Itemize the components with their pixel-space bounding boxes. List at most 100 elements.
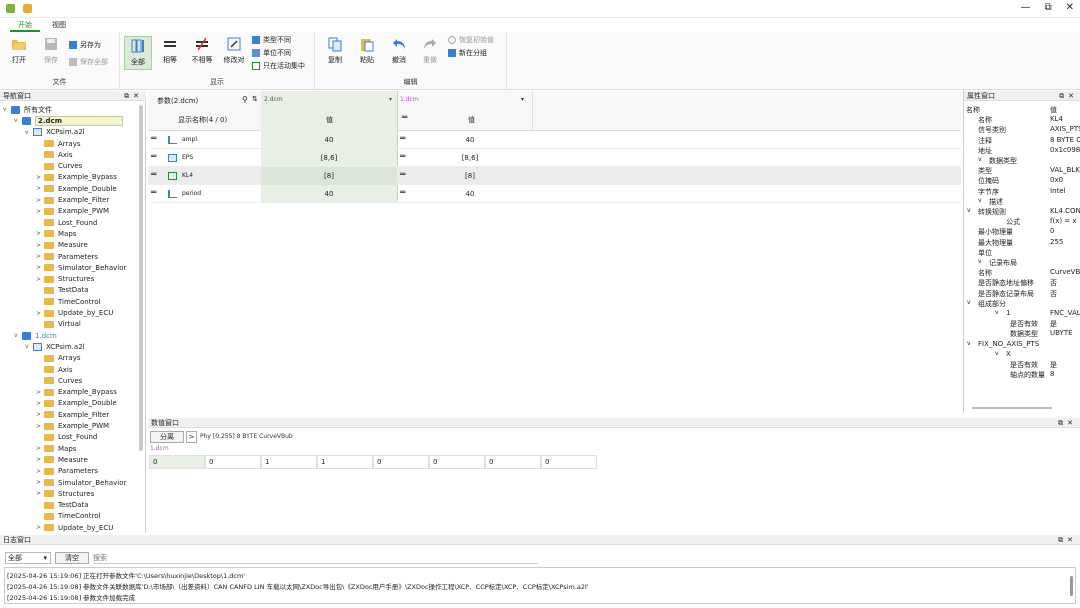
tree-item-example_pwm[interactable]: > Example_PWM xyxy=(36,206,109,217)
chevron-right-icon[interactable]: > xyxy=(36,479,44,486)
property-row[interactable]: 注释 8 BYTE C xyxy=(964,135,1080,145)
only-active-set-button[interactable]: 只在活动集中 xyxy=(252,61,305,71)
value-cell[interactable]: 0 xyxy=(429,455,485,469)
tree-item-lost_found[interactable]: Lost_Found xyxy=(36,217,97,228)
property-row[interactable]: 轴点的数量 8 xyxy=(964,369,1080,379)
property-row[interactable]: 是否静态记录布局否 xyxy=(964,288,1080,298)
sort-icon[interactable]: ⇅ xyxy=(252,95,258,103)
tree-item-axis[interactable]: Axis xyxy=(36,364,73,375)
chevron-right-icon[interactable]: > xyxy=(36,174,44,181)
chevron-right-icon[interactable]: > xyxy=(36,185,44,192)
chevron-right-icon[interactable]: > xyxy=(36,208,44,215)
property-row[interactable]: v 转换规则 KL4.CON xyxy=(964,206,1080,216)
chevron-right-icon[interactable]: > xyxy=(36,389,44,396)
restore-initial-button[interactable]: 恢复初始值 xyxy=(448,35,494,45)
tree-item-parameters[interactable]: > Parameters xyxy=(36,251,98,262)
chevron-right-icon[interactable]: > xyxy=(36,310,44,317)
chevron-down-icon[interactable]: v xyxy=(978,258,982,265)
chevron-down-icon[interactable]: v xyxy=(25,129,33,136)
chevron-right-icon[interactable]: > xyxy=(36,468,44,475)
tree-a2l[interactable]: v XCPsim.a2l xyxy=(25,341,85,352)
tree-item-example_double[interactable]: > Example_Double xyxy=(36,183,117,194)
value-cell[interactable]: 0 xyxy=(205,455,261,469)
value-pane-controls[interactable]: ⧉✕ xyxy=(1058,418,1077,428)
tab-view[interactable]: 视图 xyxy=(44,18,74,32)
chevron-down-icon[interactable]: v xyxy=(995,309,999,316)
value-cell-1[interactable]: 40 xyxy=(408,190,532,198)
tree-item-arrays[interactable]: Arrays xyxy=(36,353,81,364)
value-cell-2[interactable]: 40 xyxy=(261,185,397,203)
tree-item-timecontrol[interactable]: TimeControl xyxy=(36,511,100,522)
undo-button[interactable]: 撤消 xyxy=(385,36,413,65)
tree-item-maps[interactable]: > Maps xyxy=(36,228,76,239)
log-search-input[interactable] xyxy=(93,552,538,564)
tree-item-testdata[interactable]: TestData xyxy=(36,500,89,511)
tree-item-axis[interactable]: Axis xyxy=(36,149,73,160)
value-cell[interactable]: 1 xyxy=(317,455,373,469)
value-cell[interactable]: 0 xyxy=(541,455,597,469)
table-row[interactable]: ═ period 40 ═ 40 xyxy=(148,185,961,203)
chevron-down-icon[interactable]: v xyxy=(14,117,22,124)
tree-item-example_pwm[interactable]: > Example_PWM xyxy=(36,420,109,431)
open-button[interactable]: 打开 xyxy=(5,36,33,65)
chevron-down-icon[interactable]: v xyxy=(14,332,22,339)
property-row[interactable]: 数据类型 UBYTE xyxy=(964,328,1080,338)
type-diff-button[interactable]: 类型不同 xyxy=(252,35,291,45)
tree-item-maps[interactable]: > Maps xyxy=(36,443,76,454)
property-row[interactable]: 最大物理量 255 xyxy=(964,237,1080,247)
chevron-right-icon[interactable]: > xyxy=(36,276,44,283)
log-filter-select[interactable]: 全部 ▾ xyxy=(5,552,51,564)
tree-item-structures[interactable]: > Structures xyxy=(36,488,94,499)
value-cell-1[interactable]: 40 xyxy=(408,136,532,144)
property-row[interactable]: 名称CurveVBu xyxy=(964,267,1080,277)
nav-pane-controls[interactable]: ⧉✕ xyxy=(124,91,143,101)
value-cell-2[interactable]: 40 xyxy=(261,131,397,149)
value-cell[interactable]: 0 xyxy=(485,455,541,469)
log-pane-controls[interactable]: ⧉✕ xyxy=(1058,535,1077,545)
chevron-right-icon[interactable]: > xyxy=(36,456,44,463)
tree-a2l[interactable]: v XCPsim.a2l xyxy=(25,127,85,138)
save-as-button[interactable]: 另存为 xyxy=(69,40,101,50)
value-cell[interactable]: 0 xyxy=(149,455,205,469)
chevron-right-icon[interactable]: > xyxy=(36,242,44,249)
chevron-down-icon[interactable]: v xyxy=(967,340,971,347)
tree-file-1-dcm[interactable]: v 1.dcm xyxy=(14,330,57,341)
property-row[interactable]: 字节序 Intel xyxy=(964,186,1080,196)
unit-diff-button[interactable]: 单位不同 xyxy=(252,48,291,58)
chevron-right-icon[interactable]: > xyxy=(36,197,44,204)
tree-item-virtual[interactable]: Virtual xyxy=(36,319,81,330)
value-cell-1[interactable]: [8] xyxy=(408,172,532,180)
value-cell-1[interactable]: [8,6] xyxy=(408,154,532,162)
property-row[interactable]: 是否有效是 xyxy=(964,318,1080,328)
tree-item-lost_found[interactable]: Lost_Found xyxy=(36,432,97,443)
col1-file-select[interactable]: 1.dcm ▾ xyxy=(400,96,524,106)
property-row[interactable]: 类型 VAL_BLK xyxy=(964,165,1080,175)
tab-start[interactable]: 开始 xyxy=(10,18,40,32)
tree-item-example_filter[interactable]: > Example_Filter xyxy=(36,409,109,420)
property-row[interactable]: 单位 xyxy=(964,247,1080,257)
chevron-down-icon[interactable]: v xyxy=(978,197,982,204)
table-row[interactable]: ═ EPS [8,6] ═ [8,6] xyxy=(148,149,961,167)
chevron-right-icon[interactable]: > xyxy=(36,264,44,271)
property-row[interactable]: 名称值 xyxy=(964,104,1080,114)
chevron-down-icon[interactable]: v xyxy=(978,156,982,163)
nav-scrollbar[interactable] xyxy=(139,105,143,451)
paste-button[interactable]: 粘贴 xyxy=(353,36,381,65)
property-row[interactable]: 位掩码 0x0 xyxy=(964,175,1080,185)
property-row[interactable]: v 记录布局 xyxy=(964,257,1080,268)
chevron-down-icon[interactable]: v xyxy=(967,207,971,214)
clear-log-button[interactable]: 清空 xyxy=(55,552,89,564)
tree-item-example_bypass[interactable]: > Example_Bypass xyxy=(36,387,117,398)
chevron-down-icon[interactable]: v xyxy=(995,350,999,357)
tree-item-simulator_behavior[interactable]: > Simulator_Behavior xyxy=(36,477,126,488)
tree-item-testdata[interactable]: TestData xyxy=(36,285,89,296)
modify-compare-button[interactable]: 修改对 xyxy=(220,36,248,65)
new-group-button[interactable]: 新在分组 xyxy=(448,48,487,58)
chevron-right-icon[interactable]: > xyxy=(36,253,44,260)
save-button[interactable]: 保存 xyxy=(37,36,65,65)
chevron-right-icon[interactable]: > xyxy=(36,230,44,237)
property-row[interactable]: 是否有效是 xyxy=(964,359,1080,369)
property-row[interactable]: v 组成部分 xyxy=(964,298,1080,308)
tree-item-example_filter[interactable]: > Example_Filter xyxy=(36,194,109,205)
table-row[interactable]: ═ ampl 40 ═ 40 xyxy=(148,131,961,149)
